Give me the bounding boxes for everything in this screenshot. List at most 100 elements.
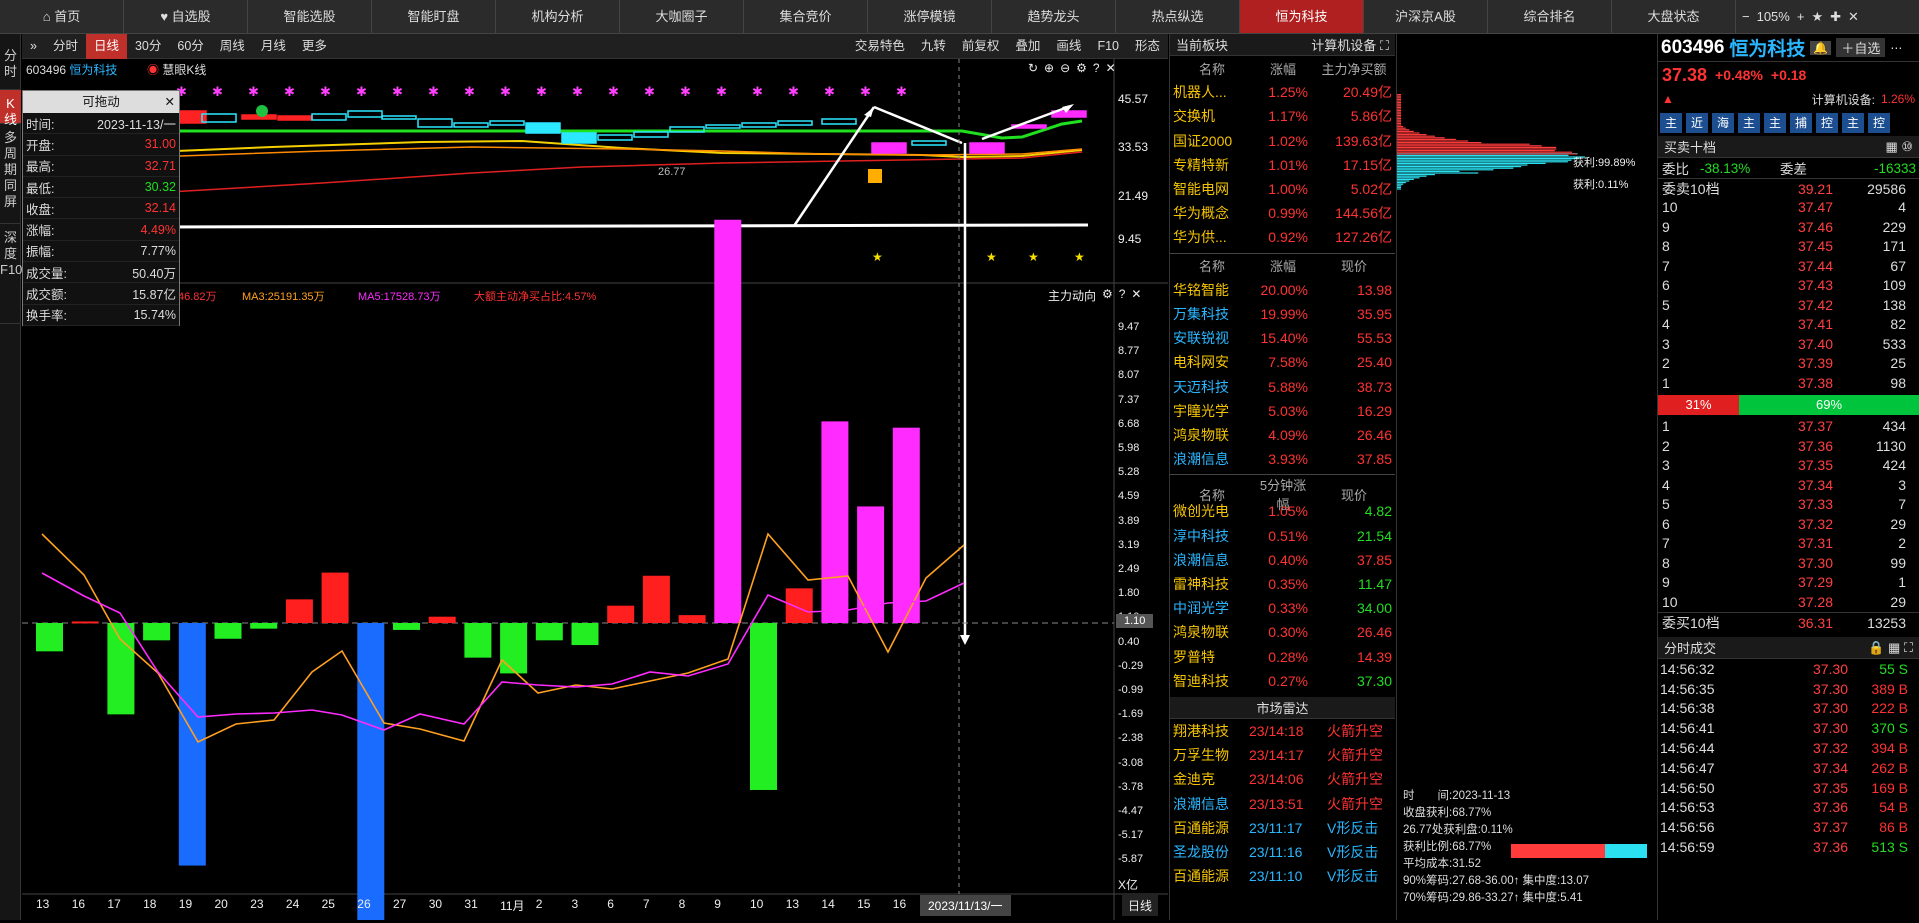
f10-button[interactable]: F10: [1089, 34, 1127, 59]
period-more[interactable]: 更多: [294, 34, 335, 59]
indicator-label[interactable]: ◉ 慧眼K线: [147, 61, 206, 78]
buy-level[interactable]: 6 37.32 29: [1658, 514, 1919, 534]
buy-level[interactable]: 5 37.33 7: [1658, 495, 1919, 515]
tab-watchlist[interactable]: ♥ 自选股: [124, 0, 248, 33]
fivemin-row[interactable]: 鸿泉物联 0.30% 26.46: [1170, 620, 1395, 644]
draggable-info-box[interactable]: 可拖动 ✕ 时间: 2023-11-13/一 开盘: 31.00 最高: 32.71 最低: 3…: [22, 90, 180, 326]
sector-row[interactable]: 智能电网 1.00% 5.02亿: [1170, 177, 1395, 201]
pin-icon[interactable]: ✚: [1830, 9, 1841, 25]
period-60m[interactable]: 60分: [169, 34, 211, 59]
tab-market[interactable]: 大盘状态: [1612, 0, 1736, 33]
sell-level[interactable]: 2 37.39 25: [1658, 354, 1919, 374]
more-icon[interactable]: ⋯: [1890, 41, 1902, 55]
fivemin-row[interactable]: 微创光电 1.05% 4.82: [1170, 499, 1395, 523]
pattern-button[interactable]: 形态: [1127, 34, 1168, 59]
star-icon[interactable]: ★: [1811, 9, 1823, 25]
mode-button[interactable]: 主: [1842, 113, 1864, 133]
sector-row[interactable]: 专精特新 1.01% 17.15亿: [1170, 153, 1395, 177]
gainer-row[interactable]: 安联锐视 15.40% 55.53: [1170, 326, 1395, 350]
sell-level[interactable]: 4 37.41 82: [1658, 315, 1919, 335]
buy-level[interactable]: 3 37.35 424: [1658, 456, 1919, 476]
mode-button[interactable]: 主: [1660, 113, 1682, 133]
sector-subtitle[interactable]: 计算机设备 ⛶: [1311, 35, 1389, 54]
mode-button[interactable]: 近: [1686, 113, 1708, 133]
sell-level[interactable]: 9 37.46 229: [1658, 217, 1919, 237]
ticks-toggle-icons[interactable]: 🔒 ▦ ⛶: [1868, 640, 1913, 656]
mode-button[interactable]: 海: [1712, 113, 1734, 133]
sector-row[interactable]: 国证2000 1.02% 139.63亿: [1170, 129, 1395, 153]
sell-level[interactable]: 10 37.47 4: [1658, 198, 1919, 218]
gainer-row[interactable]: 天迈科技 5.88% 38.73: [1170, 374, 1395, 398]
buy-level[interactable]: 7 37.31 2: [1658, 534, 1919, 554]
tab-auction[interactable]: 集合竞价: [744, 0, 868, 33]
sector-row[interactable]: 华为供... 0.92% 127.26亿: [1170, 225, 1395, 249]
close-icon[interactable]: ✕: [165, 91, 175, 113]
rail-multi-period[interactable]: 多周期同屏: [0, 124, 21, 224]
buy-level[interactable]: 8 37.30 99: [1658, 553, 1919, 573]
close-icon[interactable]: ✕: [1848, 9, 1859, 25]
zoom-in-icon[interactable]: +: [1797, 9, 1805, 24]
radar-row[interactable]: 圣龙股份 23/11:16 V形反击: [1170, 840, 1395, 864]
radar-row[interactable]: 翔港科技 23/14:18 火箭升空: [1170, 719, 1395, 743]
tab-smart-watch[interactable]: 智能盯盘: [372, 0, 496, 33]
sector-row[interactable]: 机器人... 1.25% 20.49亿: [1170, 80, 1395, 104]
period-day[interactable]: 日线: [86, 34, 127, 59]
period-intraday[interactable]: 分时: [45, 34, 86, 59]
draw-button[interactable]: 画线: [1048, 34, 1089, 59]
gainer-row[interactable]: 万集科技 19.99% 35.95: [1170, 302, 1395, 326]
mode-button[interactable]: 主: [1738, 113, 1760, 133]
buy-level[interactable]: 4 37.34 3: [1658, 475, 1919, 495]
buy-level[interactable]: 2 37.36 1130: [1658, 436, 1919, 456]
tab-a-share[interactable]: 沪深京A股: [1364, 0, 1488, 33]
tab-ranking[interactable]: 综合排名: [1488, 0, 1612, 33]
buy-level[interactable]: 9 37.29 1: [1658, 573, 1919, 593]
gainer-row[interactable]: 电科网安 7.58% 25.40: [1170, 350, 1395, 374]
add-watchlist-button[interactable]: ＋自选: [1836, 38, 1885, 57]
lower-panel-icons[interactable]: ⚙?✕: [1102, 287, 1148, 301]
sector-row[interactable]: 交换机 1.17% 5.86亿: [1170, 104, 1395, 128]
tab-stock[interactable]: 恒为科技: [1240, 0, 1364, 33]
radar-row[interactable]: 百通能源 23/11:17 V形反击: [1170, 816, 1395, 840]
radar-row[interactable]: 万孚生物 23/14:17 火箭升空: [1170, 743, 1395, 767]
buy-level[interactable]: 10 37.28 29: [1658, 592, 1919, 612]
nine-turn-button[interactable]: 九转: [913, 34, 954, 59]
kline-chart[interactable]: ✱ ✱ ✱ ✱ ✱ ✱ ✱ ✱ ✱ ✱ ✱ ✱ ✱ ✱ ✱ ✱ ✱ ✱ ✱ ✱ ✱★ ★ ★ ★: [22, 59, 1168, 920]
sector-row[interactable]: 华为概念 0.99% 144.56亿: [1170, 201, 1395, 225]
sell-level[interactable]: 6 37.43 109: [1658, 276, 1919, 296]
trade-feature-menu[interactable]: 交易特色: [847, 34, 913, 59]
period-indicator[interactable]: 日线: [1122, 895, 1158, 916]
bell-icon[interactable]: 🔔: [1810, 41, 1831, 55]
sell-level[interactable]: 3 37.40 533: [1658, 334, 1919, 354]
gainer-row[interactable]: 鸿泉物联 4.09% 26.46: [1170, 423, 1395, 447]
sell-level[interactable]: 7 37.44 67: [1658, 256, 1919, 276]
chart-tool-icons[interactable]: ↻⊕⊖⚙?✕: [1028, 61, 1122, 75]
rail-kline[interactable]: K线: [0, 90, 21, 124]
adjust-menu[interactable]: 前复权: [954, 34, 1008, 59]
sell-level[interactable]: 8 37.45 171: [1658, 237, 1919, 257]
rail-f10[interactable]: 深度F10: [0, 224, 21, 324]
chart-area[interactable]: ✱ ✱ ✱ ✱ ✱ ✱ ✱ ✱ ✱ ✱ ✱ ✱ ✱ ✱ ✱ ✱ ✱ ✱ ✱ ✱ ✱ ★ ★ ★ ★ 603496 恒为科技 ◉ …: [22, 59, 1168, 920]
fivemin-row[interactable]: 罗普特 0.28% 14.39: [1170, 645, 1395, 669]
fivemin-row[interactable]: 雷神科技 0.35% 11.47: [1170, 572, 1395, 596]
tab-experts[interactable]: 大咖圈子: [620, 0, 744, 33]
tab-limit-up[interactable]: 涨停模镜: [868, 0, 992, 33]
sell-level[interactable]: 5 37.42 138: [1658, 295, 1919, 315]
radar-row[interactable]: 百通能源 23/11:10 V形反击: [1170, 864, 1395, 888]
tab-smart-pick[interactable]: 智能选股: [248, 0, 372, 33]
orderbook-toggle-icons[interactable]: ▦ ⑩: [1885, 139, 1913, 155]
fivemin-row[interactable]: 浪潮信息 0.40% 37.85: [1170, 548, 1395, 572]
period-30m[interactable]: 30分: [127, 34, 169, 59]
mode-button[interactable]: 控: [1816, 113, 1838, 133]
tab-institution[interactable]: 机构分析: [496, 0, 620, 33]
radar-row[interactable]: 浪潮信息 23/13:51 火箭升空: [1170, 791, 1395, 815]
tab-trend[interactable]: 趋势龙头: [992, 0, 1116, 33]
radar-row[interactable]: 金迪克 23/14:06 火箭升空: [1170, 767, 1395, 791]
overlay-menu[interactable]: 叠加: [1007, 34, 1048, 59]
gainer-row[interactable]: 华铭智能 20.00% 13.98: [1170, 278, 1395, 302]
expand-icon[interactable]: »: [22, 34, 45, 59]
period-month[interactable]: 月线: [253, 34, 294, 59]
rail-intraday[interactable]: 分时: [0, 34, 21, 90]
fivemin-row[interactable]: 中润光学 0.33% 34.00: [1170, 596, 1395, 620]
mode-button[interactable]: 主: [1764, 113, 1786, 133]
gainer-row[interactable]: 宇瞳光学 5.03% 16.29: [1170, 399, 1395, 423]
